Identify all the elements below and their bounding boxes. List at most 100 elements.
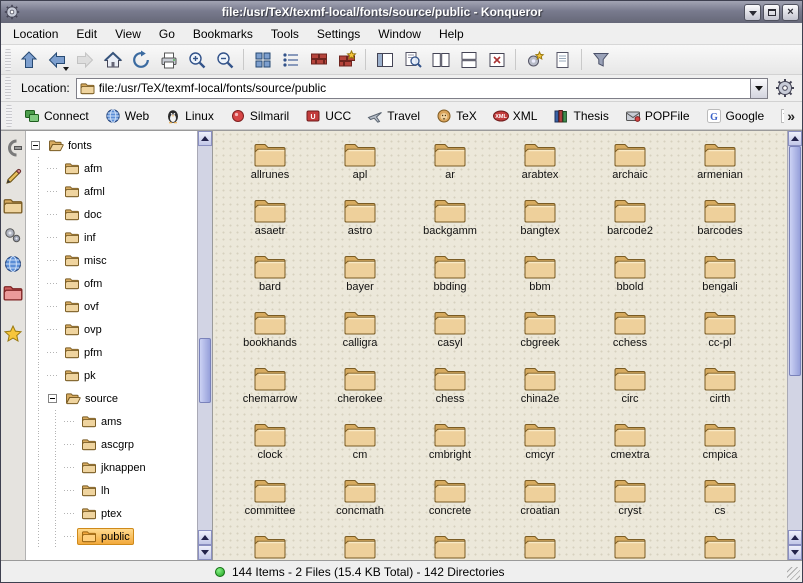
toolbar-drag-handle[interactable] [5,49,11,71]
folder-allrunes[interactable]: allrunes [225,140,315,196]
folder-barcode2[interactable]: barcode2 [585,196,675,252]
main-scroll-up2-button[interactable] [788,530,802,545]
menu-location[interactable]: Location [4,24,67,44]
bookmark-connect[interactable]: Connect [16,105,97,127]
tree-scrollbar[interactable] [197,131,212,560]
folder-cmpica[interactable]: cmpica [675,420,765,476]
sidebar-tab-folder-icon[interactable] [3,196,23,216]
minimize-button[interactable] [744,4,761,21]
folder-asaetr[interactable]: asaetr [225,196,315,252]
folder-croatian[interactable]: croatian [495,476,585,532]
bookmark-wikipedia[interactable]: WWikipedia [772,105,784,127]
multicolumn-view-button[interactable] [277,47,304,73]
folder-china2e[interactable]: china2e [495,364,585,420]
folder-archaic[interactable]: archaic [585,140,675,196]
menu-go[interactable]: Go [150,24,184,44]
home-button[interactable] [99,47,126,73]
forward-button[interactable] [71,47,98,73]
close-button[interactable]: × [782,4,799,21]
menu-settings[interactable]: Settings [308,24,369,44]
bookmarks-toolbar-drag-handle[interactable] [6,105,12,127]
bookmark-thesis[interactable]: Thesis [545,105,616,127]
filter-button[interactable] [587,47,614,73]
split-tb-button[interactable] [455,47,482,73]
folder-cc-pl[interactable]: cc-pl [675,308,765,364]
folder-committee[interactable]: committee [225,476,315,532]
zoom-in-button[interactable] [183,47,210,73]
folder-clock[interactable]: clock [225,420,315,476]
folder-bbold[interactable]: bbold [585,252,675,308]
split-lr-button[interactable] [427,47,454,73]
tree-item-fonts[interactable]: fonts [30,134,197,157]
folder-chemarrow[interactable]: chemarrow [225,364,315,420]
bookmark-web[interactable]: Web [97,105,157,127]
folder-barcodes[interactable]: barcodes [675,196,765,252]
tree-item-inf[interactable]: inf [30,226,197,249]
folder-cchess[interactable]: cchess [585,308,675,364]
location-dropdown-button[interactable] [750,78,768,99]
folder-calligra[interactable]: calligra [315,308,405,364]
tree-item-ascgrp[interactable]: ascgrp [30,433,197,456]
bookmark-ucc[interactable]: UUCC [297,105,359,127]
zoom-out-button[interactable] [211,47,238,73]
folder-bbding[interactable]: bbding [405,252,495,308]
bookmark-google[interactable]: GGoogle [698,105,773,127]
tree-item-afm[interactable]: afm [30,157,197,180]
tree-item-ptex[interactable]: ptex [30,502,197,525]
main-scroll-track[interactable] [788,146,802,530]
up-button[interactable] [15,47,42,73]
folder-cmcyr[interactable]: cmcyr [495,420,585,476]
folder-concmath[interactable]: concmath [315,476,405,532]
folder-casyl[interactable]: casyl [405,308,495,364]
tree-item-ofm[interactable]: ofm [30,272,197,295]
sidebar-tab-pencil-icon[interactable] [3,167,23,187]
gear-star-button[interactable] [521,47,548,73]
tree-scroll-down-button[interactable] [198,545,212,560]
folder-item[interactable] [495,532,585,560]
folder-bookhands[interactable]: bookhands [225,308,315,364]
tree-item-jknappen[interactable]: jknappen [30,456,197,479]
tree-scroll-up2-button[interactable] [198,530,212,545]
tree-item-ams[interactable]: ams [30,410,197,433]
tree-item-doc[interactable]: doc [30,203,197,226]
folder-cbgreek[interactable]: cbgreek [495,308,585,364]
folder-cmextra[interactable]: cmextra [585,420,675,476]
menu-edit[interactable]: Edit [67,24,106,44]
panel-button[interactable] [371,47,398,73]
find-button[interactable] [399,47,426,73]
menu-help[interactable]: Help [430,24,473,44]
tree-item-ovp[interactable]: ovp [30,318,197,341]
reload-button[interactable] [127,47,154,73]
tree-item-pk[interactable]: pk [30,364,197,387]
tree-item-source[interactable]: source [30,387,197,410]
sidebar-tab-star-icon[interactable] [3,324,23,344]
sidebar-tab-clamp-icon[interactable] [3,138,23,158]
folder-item[interactable] [675,532,765,560]
bookmarks-overflow-button[interactable]: » [784,108,798,124]
folder-backgamm[interactable]: backgamm [405,196,495,252]
folder-arabtex[interactable]: arabtex [495,140,585,196]
remove-view-button[interactable] [483,47,510,73]
folder-apl[interactable]: apl [315,140,405,196]
menu-view[interactable]: View [106,24,150,44]
folder-bbm[interactable]: bbm [495,252,585,308]
sidebar-tab-red-folder-icon[interactable] [3,283,23,303]
main-scroll-up-button[interactable] [788,131,802,146]
tree-scroll-thumb[interactable] [199,338,211,403]
menu-window[interactable]: Window [369,24,430,44]
bookmark-linux[interactable]: Linux [157,105,222,127]
tree-item-lh[interactable]: lh [30,479,197,502]
bookmark-tex[interactable]: TeX [428,105,485,127]
folder-astro[interactable]: astro [315,196,405,252]
main-scroll-thumb[interactable] [789,146,801,376]
bookmark-travel[interactable]: Travel [359,105,428,127]
tree-expander-minus[interactable] [48,394,57,403]
custom-view-button[interactable] [333,47,360,73]
tree-item-misc[interactable]: misc [30,249,197,272]
folder-bard[interactable]: bard [225,252,315,308]
main-scrollbar[interactable] [787,131,802,560]
resize-grip[interactable] [787,567,800,580]
titlebar[interactable]: file:/usr/TeX/texmf-local/fonts/source/p… [1,1,802,23]
folder-ar[interactable]: ar [405,140,495,196]
maximize-button[interactable] [763,4,780,21]
